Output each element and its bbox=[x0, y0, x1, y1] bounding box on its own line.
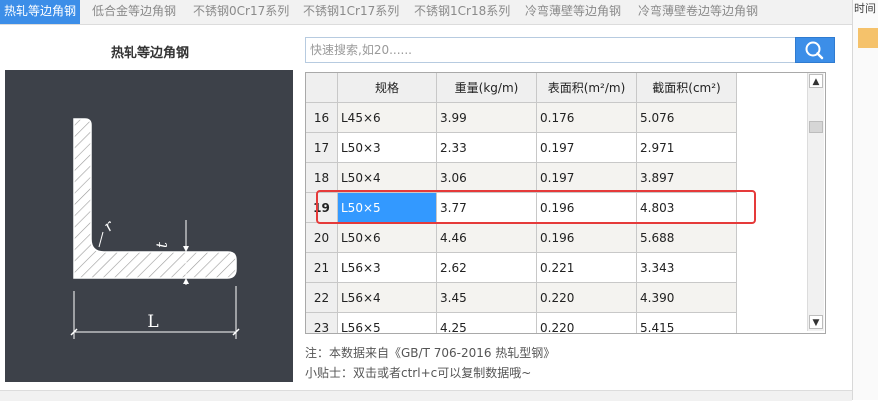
cell-weight[interactable]: 3.77 bbox=[437, 193, 537, 223]
table-row[interactable]: 18 L50×4 3.06 0.197 3.897 bbox=[306, 163, 737, 193]
cell-surface[interactable]: 0.220 bbox=[537, 313, 637, 333]
angle-section-drawing: r t L bbox=[70, 118, 240, 339]
cell-section[interactable]: 5.076 bbox=[637, 103, 737, 133]
tab-low-alloy-equal-angle[interactable]: 低合金等边角钢 bbox=[92, 0, 176, 24]
row-number: 23 bbox=[306, 313, 338, 333]
bottom-bar bbox=[0, 390, 852, 401]
copy-tip-note: 小贴士：双击或者ctrl+c可以复制数据哦~ bbox=[305, 366, 532, 380]
cell-section[interactable]: 4.390 bbox=[637, 283, 737, 313]
table-row[interactable]: 23 L56×5 4.25 0.220 5.415 bbox=[306, 313, 737, 333]
cell-weight[interactable]: 2.62 bbox=[437, 253, 537, 283]
search-icon bbox=[805, 41, 824, 60]
label-L: L bbox=[147, 312, 158, 332]
label-t: t bbox=[153, 241, 171, 248]
cell-surface[interactable]: 0.197 bbox=[537, 133, 637, 163]
cell-weight[interactable]: 4.46 bbox=[437, 223, 537, 253]
row-number: 16 bbox=[306, 103, 338, 133]
table-row[interactable]: 21 L56×3 2.62 0.221 3.343 bbox=[306, 253, 737, 283]
diagram-title: 热轧等边角钢 bbox=[110, 46, 189, 61]
angle-steel-diagram: r t L bbox=[5, 70, 293, 382]
cell-weight[interactable]: 3.99 bbox=[437, 103, 537, 133]
cell-spec[interactable]: L50×3 bbox=[338, 133, 437, 163]
tab-cold-formed-lipped-angle[interactable]: 冷弯薄壁卷边等边角钢 bbox=[638, 0, 758, 24]
angle-profile bbox=[73, 118, 237, 279]
table-row[interactable]: 16 L45×6 3.99 0.176 5.076 bbox=[306, 103, 737, 133]
table-scrollbar[interactable]: ▲ ▼ bbox=[807, 73, 824, 331]
side-panel-accent bbox=[858, 28, 878, 48]
cell-spec-selected[interactable]: L50×5 bbox=[338, 193, 437, 223]
search-input[interactable] bbox=[305, 37, 795, 63]
cell-spec[interactable]: L45×6 bbox=[338, 103, 437, 133]
tab-stainless-1cr17[interactable]: 不锈钢1Cr17系列 bbox=[303, 0, 399, 24]
cell-spec[interactable]: L56×4 bbox=[338, 283, 437, 313]
cell-surface[interactable]: 0.221 bbox=[537, 253, 637, 283]
table-row[interactable]: 17 L50×3 2.33 0.197 2.971 bbox=[306, 133, 737, 163]
angle-steel-table: 规格 重量(kg/m) 表面积(m²/m) 截面积(cm²) 16 L45×6 … bbox=[305, 72, 826, 334]
cell-spec[interactable]: L56×3 bbox=[338, 253, 437, 283]
cell-section[interactable]: 3.897 bbox=[637, 163, 737, 193]
cell-section[interactable]: 2.971 bbox=[637, 133, 737, 163]
row-number: 20 bbox=[306, 223, 338, 253]
cell-surface[interactable]: 0.196 bbox=[537, 223, 637, 253]
data-source-note: 注：本数据来自《GB/T 706-2016 热轧型钢》 bbox=[305, 346, 556, 360]
cell-spec[interactable]: L50×4 bbox=[338, 163, 437, 193]
row-header-corner bbox=[306, 73, 338, 103]
search-bar bbox=[305, 37, 835, 65]
cell-weight[interactable]: 3.45 bbox=[437, 283, 537, 313]
tab-bar: 热轧等边角钢 低合金等边角钢 不锈钢0Cr17系列 不锈钢1Cr17系列 不锈钢… bbox=[0, 0, 852, 25]
tab-stainless-1cr18[interactable]: 不锈钢1Cr18系列 bbox=[414, 0, 510, 24]
cell-weight[interactable]: 3.06 bbox=[437, 163, 537, 193]
row-number: 19 bbox=[306, 193, 338, 223]
column-header-section[interactable]: 截面积(cm²) bbox=[637, 73, 737, 103]
tab-cold-formed-equal-angle[interactable]: 冷弯薄壁等边角钢 bbox=[525, 0, 621, 24]
row-number: 22 bbox=[306, 283, 338, 313]
column-header-spec[interactable]: 规格 bbox=[338, 73, 437, 103]
search-button[interactable] bbox=[795, 37, 835, 63]
tab-stainless-0cr17[interactable]: 不锈钢0Cr17系列 bbox=[193, 0, 289, 24]
row-number: 21 bbox=[306, 253, 338, 283]
side-panel-label: 时间 bbox=[854, 2, 876, 15]
tab-hot-rolled-equal-angle[interactable]: 热轧等边角钢 bbox=[0, 0, 81, 24]
column-header-surface[interactable]: 表面积(m²/m) bbox=[537, 73, 637, 103]
table-row[interactable]: 20 L50×6 4.46 0.196 5.688 bbox=[306, 223, 737, 253]
row-number: 18 bbox=[306, 163, 338, 193]
cell-section[interactable]: 5.688 bbox=[637, 223, 737, 253]
cell-spec[interactable]: L56×5 bbox=[338, 313, 437, 333]
cell-section[interactable]: 4.803 bbox=[637, 193, 737, 223]
side-panel: 时间 bbox=[852, 0, 878, 400]
table-row[interactable]: 22 L56×4 3.45 0.220 4.390 bbox=[306, 283, 737, 313]
cell-surface[interactable]: 0.197 bbox=[537, 163, 637, 193]
row-number: 17 bbox=[306, 133, 338, 163]
scroll-up-button[interactable]: ▲ bbox=[809, 74, 823, 88]
cell-surface[interactable]: 0.196 bbox=[537, 193, 637, 223]
cell-surface[interactable]: 0.176 bbox=[537, 103, 637, 133]
table-row-selected[interactable]: 19 L50×5 3.77 0.196 4.803 bbox=[306, 193, 737, 223]
scroll-down-button[interactable]: ▼ bbox=[809, 315, 823, 329]
cell-section[interactable]: 3.343 bbox=[637, 253, 737, 283]
cell-surface[interactable]: 0.220 bbox=[537, 283, 637, 313]
cell-section[interactable]: 5.415 bbox=[637, 313, 737, 333]
cell-weight[interactable]: 2.33 bbox=[437, 133, 537, 163]
cell-spec[interactable]: L50×6 bbox=[338, 223, 437, 253]
column-header-weight[interactable]: 重量(kg/m) bbox=[437, 73, 537, 103]
cell-weight[interactable]: 4.25 bbox=[437, 313, 537, 333]
scroll-thumb[interactable] bbox=[809, 121, 823, 133]
